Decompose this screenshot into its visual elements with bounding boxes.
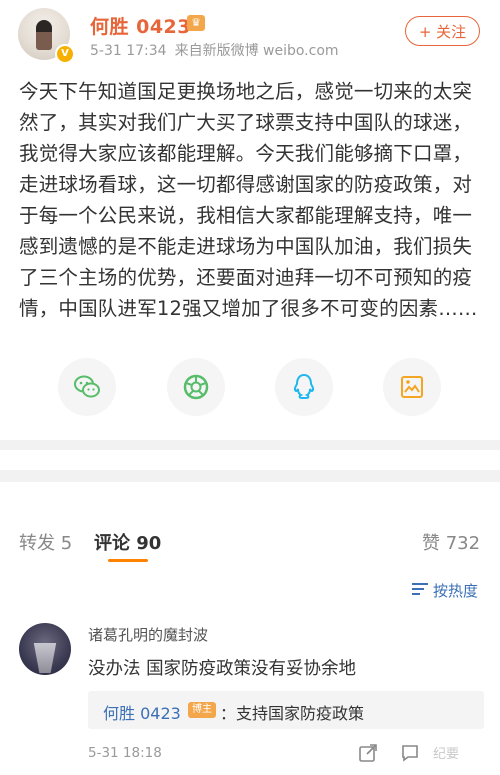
sort-icon xyxy=(412,583,428,598)
share-moments-button[interactable] xyxy=(167,358,225,416)
member-crown-icon: ♛ xyxy=(187,15,205,31)
sort-button[interactable]: 按热度 xyxy=(412,580,478,601)
save-image-button[interactable] xyxy=(383,358,441,416)
follow-button[interactable]: + 关注 xyxy=(405,16,480,46)
active-tab-indicator xyxy=(108,559,148,562)
reply-comment-icon[interactable] xyxy=(400,743,420,763)
share-wechat-button[interactable] xyxy=(58,358,116,416)
post-time: 5-31 17:34 xyxy=(90,43,167,59)
comment-author[interactable]: 诸葛孔明的魔封波 xyxy=(88,624,208,645)
watermark: 纪要 xyxy=(433,747,460,762)
post-meta: 5-31 17:34 来自新版微博 weibo.com xyxy=(90,40,347,60)
tab-comments[interactable]: 评论 90 xyxy=(94,529,161,555)
save-image-icon xyxy=(401,376,423,398)
tab-likes[interactable]: 赞 732 xyxy=(422,529,480,555)
verified-badge-icon: V xyxy=(55,44,75,64)
username[interactable]: 何胜 0423 xyxy=(90,12,191,39)
qq-icon xyxy=(293,373,315,399)
reply-author[interactable]: 何胜 0423 xyxy=(103,700,181,724)
post-source: 来自新版微博 weibo.com xyxy=(174,43,339,59)
tab-reposts[interactable]: 转发 5 xyxy=(19,529,72,555)
author-badge: 博主 xyxy=(188,702,216,718)
section-divider xyxy=(0,440,500,450)
comment-time: 5-31 18:18 xyxy=(88,745,162,761)
moments-icon xyxy=(183,374,209,400)
share-qq-button[interactable] xyxy=(275,358,333,416)
wechat-icon xyxy=(74,375,100,398)
post-text: 今天下午知道国足更换场地之后，感觉一切来的太突然了，其实对我们广大买了球票支持中… xyxy=(19,80,478,320)
reply-text: ：支持国家防疫政策 xyxy=(220,704,365,723)
comment-avatar[interactable] xyxy=(19,623,71,675)
sort-label: 按热度 xyxy=(433,582,479,600)
section-divider xyxy=(0,470,500,482)
share-comment-icon[interactable] xyxy=(358,743,378,763)
comment-text: 没办法 国家防疫政策没有妥协余地 xyxy=(88,659,357,679)
